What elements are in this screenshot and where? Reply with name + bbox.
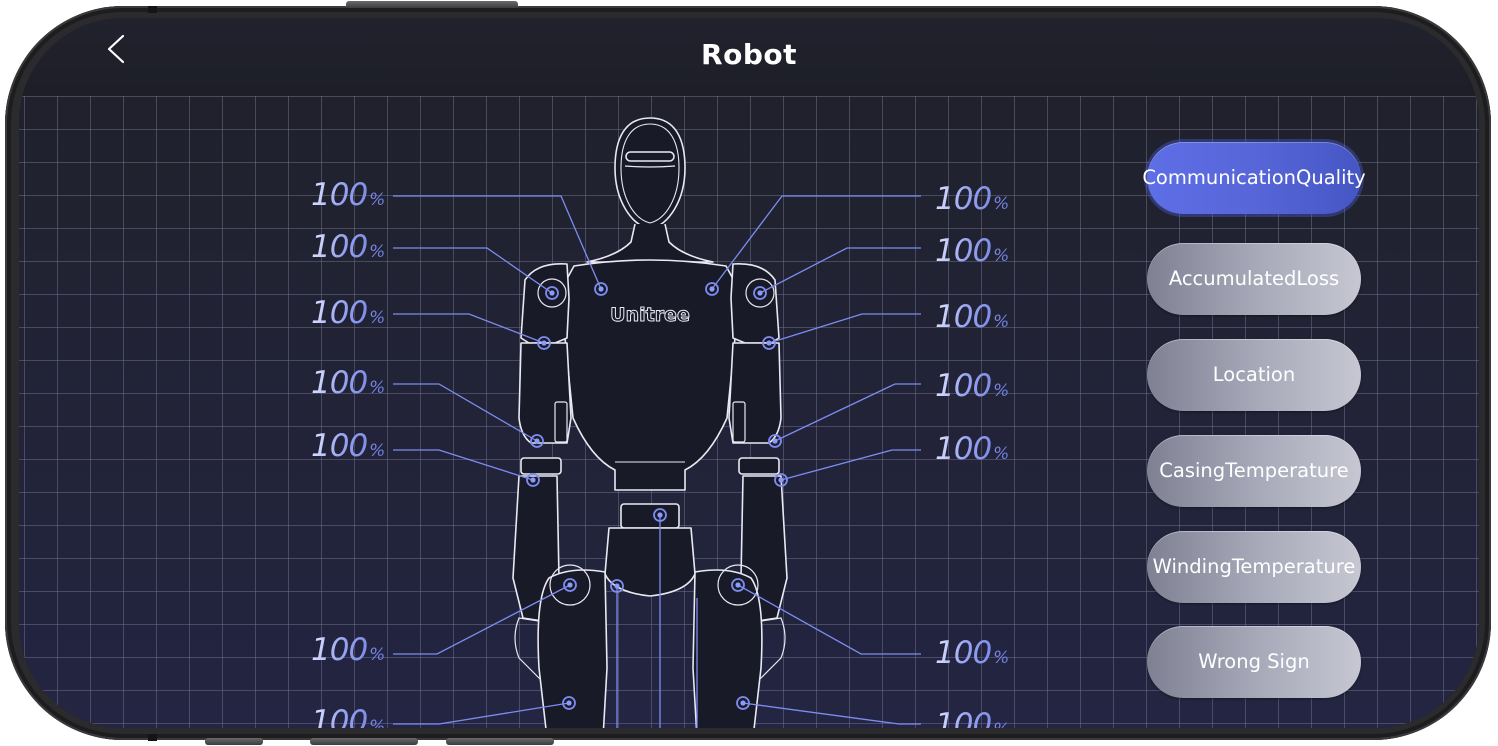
readout-unit: % xyxy=(369,378,386,398)
metric-label-line: Winding xyxy=(1152,555,1232,578)
readout-value: 100 xyxy=(311,177,368,213)
robot-right-shoulder xyxy=(730,263,780,344)
robot-head xyxy=(614,117,686,230)
joint-readout-left: 100% xyxy=(311,180,385,211)
metric-button-wrong-sign[interactable]: Wrong Sign xyxy=(1147,626,1361,698)
joint-readout-left: 100% xyxy=(311,232,385,263)
readout-value: 100 xyxy=(311,229,368,265)
readout-value: 100 xyxy=(935,233,992,269)
readout-unit: % xyxy=(369,645,386,665)
antenna-band xyxy=(148,734,157,741)
readout-unit: % xyxy=(993,381,1010,401)
metric-label-line: Quality xyxy=(1296,166,1366,189)
readout-value: 100 xyxy=(311,428,368,464)
joint-readout-right: 100% xyxy=(935,710,1009,728)
power-button xyxy=(346,1,518,8)
robot-left-leg xyxy=(537,569,608,728)
readout-unit: % xyxy=(369,717,386,728)
readout-unit: % xyxy=(993,312,1010,332)
header-bar: Robot xyxy=(19,18,1479,96)
metric-button-communication-quality[interactable]: Communication Quality xyxy=(1142,142,1366,214)
antenna-band xyxy=(148,6,157,13)
metric-label-line: Temperature xyxy=(1231,555,1356,578)
metric-button-location[interactable]: Location xyxy=(1147,339,1361,411)
metric-label-line: Casing xyxy=(1159,459,1226,482)
readout-unit: % xyxy=(369,308,386,328)
joint-readout-left: 100% xyxy=(311,298,385,329)
readout-unit: % xyxy=(993,444,1010,464)
action-button xyxy=(205,738,263,745)
joint-readout-left: 100% xyxy=(311,707,385,728)
metric-label-line: Accumulated xyxy=(1168,267,1297,290)
readout-value: 100 xyxy=(935,431,992,467)
readout-unit: % xyxy=(369,242,386,262)
metric-button-casing-temperature[interactable]: Casing Temperature xyxy=(1147,435,1361,507)
joint-readout-right: 100% xyxy=(935,434,1009,465)
joint-readout-left: 100% xyxy=(311,368,385,399)
page-title: Robot xyxy=(701,38,797,71)
readout-value: 100 xyxy=(311,704,368,728)
readout-value: 100 xyxy=(311,365,368,401)
readout-unit: % xyxy=(369,441,386,461)
readout-value: 100 xyxy=(311,632,368,668)
readout-value: 100 xyxy=(935,181,992,217)
joint-readout-left: 100% xyxy=(311,431,385,462)
joint-readout-right: 100% xyxy=(935,371,1009,402)
metric-label-line: Communication xyxy=(1142,166,1297,189)
readout-value: 100 xyxy=(935,299,992,335)
joint-readout-right: 100% xyxy=(935,184,1009,215)
metric-label-line: Temperature xyxy=(1225,459,1349,482)
joint-readout-right: 100% xyxy=(935,236,1009,267)
volume-down-button xyxy=(446,738,554,745)
app-screen: Robot Unitree 100 % 100 % 100 % 100 % 10… xyxy=(19,18,1479,728)
readout-value: 100 xyxy=(935,635,992,671)
joint-readout-right: 100% xyxy=(935,638,1009,669)
joint-readout-right: 100% xyxy=(935,302,1009,333)
robot-brand-label: Unitree xyxy=(610,304,690,326)
metric-button-winding-temperature[interactable]: Winding Temperature xyxy=(1147,531,1361,603)
joint-readout-left: 100% xyxy=(311,635,385,666)
readout-unit: % xyxy=(993,194,1010,214)
readout-unit: % xyxy=(993,648,1010,668)
readout-value: 100 xyxy=(311,295,368,331)
readout-value: 100 xyxy=(935,707,992,728)
readout-unit: % xyxy=(993,246,1010,266)
volume-up-button xyxy=(310,738,418,745)
metric-label-line: Loss xyxy=(1296,267,1340,290)
readout-unit: % xyxy=(369,190,386,210)
readout-value: 100 xyxy=(935,368,992,404)
readout-unit: % xyxy=(993,720,1009,728)
metric-button-accumulated-loss[interactable]: Accumulated Loss xyxy=(1147,243,1361,315)
